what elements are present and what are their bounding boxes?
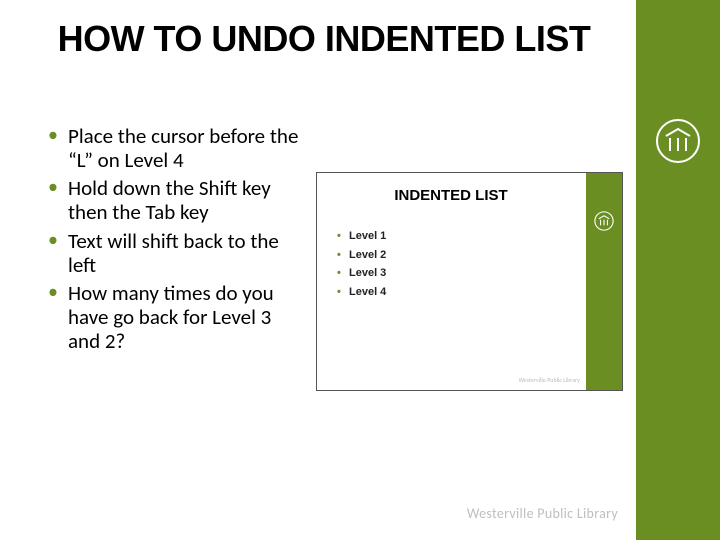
inset-title: INDENTED LIST bbox=[317, 187, 585, 204]
bullet-item: Hold down the Shift key then the Tab key bbox=[44, 176, 304, 224]
inset-list-item: Level 1 bbox=[335, 227, 386, 246]
bullet-item: How many times do you have go back for L… bbox=[44, 281, 304, 353]
slide: HOW TO UNDO INDENTED LIST Place the curs… bbox=[0, 0, 720, 540]
footer-text: Westerville Public Library bbox=[467, 505, 618, 522]
bullet-item: Text will shift back to the left bbox=[44, 229, 304, 277]
bullet-item: Place the cursor before the “L” on Level… bbox=[44, 124, 304, 172]
inset-list: Level 1 Level 2 Level 3 Level 4 bbox=[335, 227, 386, 302]
library-logo-icon bbox=[594, 211, 614, 236]
library-logo-icon bbox=[655, 118, 701, 164]
inset-sidebar bbox=[586, 173, 622, 390]
inset-list-item: Level 3 bbox=[335, 264, 386, 283]
slide-title: HOW TO UNDO INDENTED LIST bbox=[44, 20, 604, 58]
bullet-list: Place the cursor before the “L” on Level… bbox=[44, 124, 304, 357]
sidebar bbox=[636, 0, 720, 540]
inset-footer-text: Westerville Public Library bbox=[519, 376, 580, 384]
inset-list-item: Level 2 bbox=[335, 246, 386, 265]
inset-list-item: Level 4 bbox=[335, 283, 386, 302]
inset-slide-preview: INDENTED LIST Level 1 Level 2 Level 3 Le… bbox=[316, 172, 623, 391]
